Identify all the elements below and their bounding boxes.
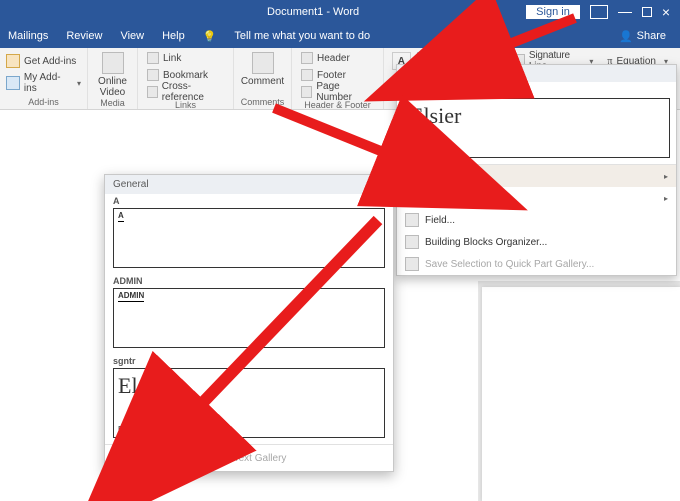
- at-label-sgntr: sgntr: [113, 356, 385, 366]
- signin-button[interactable]: Sign in: [526, 5, 580, 19]
- save-icon: [405, 257, 419, 271]
- tab-review[interactable]: Review: [66, 30, 102, 42]
- group-addins-label: Add-ins: [6, 97, 81, 109]
- link-icon: [147, 52, 159, 64]
- annotation-arrow-2: [274, 108, 398, 158]
- at-a-text: A: [118, 211, 124, 222]
- tab-mailings[interactable]: Mailings: [8, 30, 48, 42]
- comment-icon: [252, 52, 274, 74]
- at-preview-admin: ADMIN: [113, 288, 385, 348]
- tellme-input[interactable]: Tell me what you want to do: [234, 30, 370, 42]
- footer-label: Footer: [317, 70, 346, 81]
- at-label-a: A: [113, 196, 385, 206]
- at-preview-a: A: [113, 208, 385, 268]
- qp-docprop-label: Document Property: [425, 193, 511, 204]
- tab-view[interactable]: View: [120, 30, 144, 42]
- qp-field-label: Field...: [425, 215, 455, 226]
- video-icon: [102, 52, 124, 74]
- at-signature-by: Elsie Otachi: [118, 425, 161, 434]
- autotext-icon: [405, 169, 419, 183]
- document-page[interactable]: [482, 287, 680, 501]
- store-icon: [6, 54, 20, 68]
- at-label-admin: ADMIN: [113, 276, 385, 286]
- at-admin-text: ADMIN: [118, 291, 144, 302]
- at-save-label: Save Selection to AutoText Gallery: [133, 453, 286, 464]
- bborg-icon: [405, 235, 419, 249]
- chevron-right-icon: ▸: [664, 194, 668, 203]
- link-label: Link: [163, 53, 181, 64]
- qp-item-name: signature: [397, 82, 676, 96]
- minimize-button[interactable]: [618, 12, 632, 13]
- qp-signature-by: Elsie Otachi: [410, 144, 453, 153]
- at-preview-sgntr: Elsier Elsie Otachi: [113, 368, 385, 438]
- close-button[interactable]: ×: [662, 4, 670, 20]
- field-icon: [405, 213, 419, 227]
- my-addins-label: My Add-ins: [24, 72, 73, 94]
- addins-icon: [6, 76, 20, 90]
- comment-button[interactable]: Comment: [241, 50, 285, 87]
- share-icon: 👤: [619, 30, 633, 43]
- at-signature-text: Elsier: [118, 373, 380, 399]
- group-hf-label: Header & Footer: [298, 100, 377, 112]
- online-video-button[interactable]: Online Video: [94, 50, 131, 98]
- qp-autotext-label: AutoText: [425, 171, 464, 182]
- bookmark-icon: [147, 69, 159, 81]
- header-icon: [301, 52, 313, 64]
- autotext-gallery-panel: General A A ADMIN ADMIN sgntr Elsier Els…: [104, 174, 394, 472]
- crossref-button[interactable]: Cross-reference: [144, 84, 227, 100]
- group-links-label: Links: [144, 100, 227, 112]
- tab-help[interactable]: Help: [162, 30, 185, 42]
- qp-menu-bborg[interactable]: Building Blocks Organizer...: [397, 231, 676, 253]
- header-label: Header: [317, 53, 350, 64]
- docprop-icon: [405, 191, 419, 205]
- group-media-label: Media: [94, 98, 131, 110]
- share-button[interactable]: 👤 Share: [619, 30, 680, 43]
- at-save-gallery: Save Selection to AutoText Gallery: [105, 444, 393, 471]
- at-general-header: General: [105, 175, 393, 194]
- comment-label: Comment: [241, 76, 284, 87]
- at-entry-sgntr[interactable]: sgntr Elsier Elsie Otachi: [105, 354, 393, 444]
- qp-menu-docprop[interactable]: Document Property ▸: [397, 187, 676, 209]
- get-addins-label: Get Add-ins: [24, 56, 76, 67]
- qp-preview-signature[interactable]: Elsier Elsie Otachi: [403, 98, 670, 158]
- qp-menu-save: Save Selection to Quick Part Gallery...: [397, 253, 676, 275]
- quick-parts-dropdown: General signature Elsier Elsie Otachi Au…: [396, 64, 677, 276]
- online-video-label-2: Video: [100, 87, 125, 98]
- share-label: Share: [637, 30, 666, 42]
- online-video-label-1: Online: [98, 76, 127, 87]
- chevron-right-icon: ▸: [664, 172, 668, 181]
- qp-save-label: Save Selection to Quick Part Gallery...: [425, 259, 594, 270]
- qp-menu-field[interactable]: Field...: [397, 209, 676, 231]
- bookmark-label: Bookmark: [163, 70, 208, 81]
- group-comments-label: Comments: [240, 97, 285, 109]
- at-entry-admin[interactable]: ADMIN ADMIN: [105, 274, 393, 354]
- crossref-icon: [147, 86, 158, 98]
- header-button[interactable]: Header: [298, 50, 377, 66]
- my-addins-button[interactable]: My Add-ins ▾: [6, 74, 81, 92]
- pagenum-icon: [301, 86, 312, 98]
- link-button[interactable]: Link: [144, 50, 227, 66]
- qp-general-header: General: [397, 65, 676, 82]
- save-icon: [113, 451, 127, 465]
- footer-icon: [301, 69, 313, 81]
- restore-button[interactable]: [642, 7, 652, 17]
- get-addins-button[interactable]: Get Add-ins: [6, 52, 76, 70]
- qp-menu-autotext[interactable]: AutoText ▸: [397, 165, 676, 187]
- at-entry-a[interactable]: A A: [105, 194, 393, 274]
- display-options-icon[interactable]: [590, 5, 608, 19]
- tellme-icon: 💡: [203, 30, 217, 43]
- qp-bborg-label: Building Blocks Organizer...: [425, 237, 547, 248]
- qp-signature-text: Elsier: [410, 103, 663, 129]
- page-number-button[interactable]: Page Number: [298, 84, 377, 100]
- window-title: Document1 - Word: [100, 6, 526, 18]
